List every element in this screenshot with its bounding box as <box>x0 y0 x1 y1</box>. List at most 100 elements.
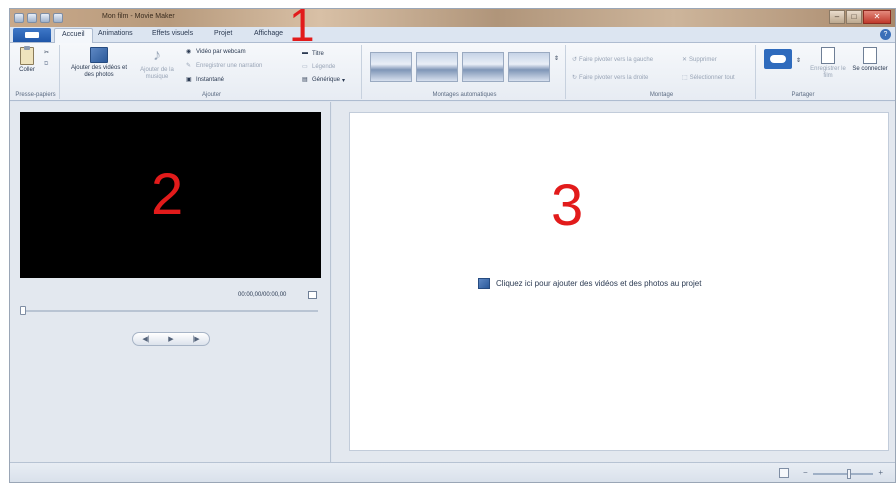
playback-controls: ◀| ▶ |▶ <box>132 332 210 346</box>
automovie-theme-2[interactable] <box>416 52 458 82</box>
storyboard-pane: Cliquez ici pour ajouter des vidéos et d… <box>332 102 895 462</box>
seek-handle[interactable] <box>20 306 26 315</box>
automovie-theme-4[interactable] <box>508 52 550 82</box>
status-bar: − + <box>10 462 895 482</box>
next-frame-button[interactable]: |▶ <box>192 335 199 343</box>
zoom-handle[interactable] <box>847 469 851 479</box>
narration-button[interactable]: ✎ Enregistrer une narration <box>186 62 262 70</box>
save-movie-label: Enregistrer le film <box>810 66 846 79</box>
film-icon <box>478 278 490 289</box>
title-button[interactable]: ▬ Titre <box>302 50 324 58</box>
chevron-up-down-icon: ⇕ <box>554 56 560 62</box>
ribbon-tabs: Accueil Animations Effets visuels Projet… <box>10 27 895 43</box>
tab-animations[interactable]: Animations <box>98 30 133 37</box>
undo-icon[interactable] <box>40 13 50 23</box>
automovie-theme-3[interactable] <box>462 52 504 82</box>
zoom-in-icon[interactable]: + <box>878 468 883 477</box>
app-menu-icon[interactable] <box>14 13 24 23</box>
clipboard-group: Coller ✂ ⧉ Presse-papiers <box>12 45 60 99</box>
redo-icon[interactable] <box>53 13 63 23</box>
tab-projet[interactable]: Projet <box>214 30 232 37</box>
select-all-label: Sélectionner tout <box>689 74 735 81</box>
zoom-slider[interactable]: − + <box>801 468 883 479</box>
webcam-label: Vidéo par webcam <box>196 49 246 55</box>
add-media-hint[interactable]: Cliquez ici pour ajouter des vidéos et d… <box>478 278 701 289</box>
zoom-out-icon[interactable]: − <box>803 468 808 477</box>
automovie-group: ⇕ Montages automatiques <box>364 45 566 99</box>
sign-in-button[interactable]: Se connecter <box>850 47 890 73</box>
thumbnail-size-icon[interactable] <box>779 468 789 478</box>
rotate-left-label: Faire pivoter vers la gauche <box>579 56 654 63</box>
zoom-track[interactable] <box>813 473 873 475</box>
help-icon[interactable]: ? <box>880 29 891 40</box>
add-music-button[interactable]: ♪ Ajouter de la musique <box>134 47 180 81</box>
rotate-right-label: Faire pivoter vers la droite <box>579 74 649 81</box>
select-all-button[interactable]: ⬚ Sélectionner tout <box>682 74 735 82</box>
title-icon: ▬ <box>302 50 308 56</box>
title-label: Titre <box>312 51 324 57</box>
quick-access-toolbar <box>14 12 63 24</box>
sign-in-label: Se connecter <box>852 66 888 72</box>
tab-accueil[interactable]: Accueil <box>54 28 93 43</box>
sign-in-icon <box>863 47 877 64</box>
narration-label: Enregistrer une narration <box>196 63 263 69</box>
add-music-label: Ajouter de la musique <box>140 67 174 80</box>
rotate-left-icon: ↺ <box>572 57 578 63</box>
add-videos-button[interactable]: Ajouter des vidéos et des photos <box>68 47 130 79</box>
seek-bar[interactable] <box>22 310 318 312</box>
credits-button[interactable]: ▤ Générique ▾ <box>302 76 345 84</box>
preview-pane: 00:00,00/00:00,00 ◀| ▶ |▶ <box>10 102 331 462</box>
snapshot-button[interactable]: ▣ Instantané <box>186 76 224 84</box>
webcam-icon: ◉ <box>186 49 192 55</box>
add-videos-label: Ajouter des vidéos et des photos <box>70 65 128 78</box>
clipboard-icon <box>20 46 34 65</box>
save-movie-button[interactable]: Enregistrer le film <box>808 47 848 80</box>
minimize-button[interactable]: – <box>829 10 845 24</box>
annotation-1: 1 <box>289 0 315 51</box>
copy-icon: ⧉ <box>44 61 49 67</box>
delete-button[interactable]: ✕ Supprimer <box>682 56 717 64</box>
save-movie-icon <box>821 47 835 64</box>
paste-label: Coller <box>19 67 35 73</box>
credits-label: Générique <box>312 77 341 83</box>
maximize-button[interactable]: □ <box>846 10 862 24</box>
share-group-label: Partager <box>791 92 815 98</box>
add-group-label: Ajouter <box>201 92 221 98</box>
add-group: Ajouter des vidéos et des photos ♪ Ajout… <box>62 45 362 99</box>
credits-icon: ▤ <box>302 77 308 83</box>
scissors-icon: ✂ <box>44 50 50 56</box>
tab-effets-visuels[interactable]: Effets visuels <box>152 30 193 37</box>
rotate-left-button[interactable]: ↺ Faire pivoter vers la gauche <box>572 56 654 64</box>
delete-icon: ✕ <box>682 57 688 63</box>
file-menu-button[interactable] <box>13 28 51 42</box>
chevron-down-icon: ▾ <box>342 77 346 84</box>
cut-button[interactable]: ✂ <box>44 49 49 56</box>
window-title: Mon film - Movie Maker <box>102 13 175 20</box>
tab-affichage[interactable]: Affichage <box>254 30 283 37</box>
rotate-right-button[interactable]: ↻ Faire pivoter vers la droite <box>572 74 649 82</box>
cloud-icon <box>764 49 792 69</box>
save-icon[interactable] <box>27 13 37 23</box>
select-all-icon: ⬚ <box>682 75 688 81</box>
chevron-up-down-icon: ⇕ <box>796 58 802 64</box>
annotation-2: 2 <box>151 162 184 227</box>
film-icon <box>90 47 108 63</box>
file-menu-icon <box>25 32 39 38</box>
fullscreen-icon[interactable] <box>308 291 317 299</box>
webcam-button[interactable]: ◉ Vidéo par webcam <box>186 48 246 56</box>
automovie-group-label: Montages automatiques <box>432 92 497 98</box>
play-button[interactable]: ▶ <box>168 335 173 343</box>
onedrive-button[interactable] <box>762 49 794 71</box>
copy-button[interactable]: ⧉ <box>44 61 48 68</box>
title-bar: Mon film - Movie Maker – □ ✕ <box>10 9 895 27</box>
add-media-hint-text: Cliquez ici pour ajouter des vidéos et d… <box>496 279 702 288</box>
previous-frame-button[interactable]: ◀| <box>142 335 149 343</box>
paste-button[interactable]: Coller <box>16 46 38 74</box>
share-gallery-scroll[interactable]: ⇕ <box>796 57 801 64</box>
caption-button[interactable]: ▭ Légende <box>302 63 335 71</box>
storyboard-area[interactable]: Cliquez ici pour ajouter des vidéos et d… <box>349 112 889 451</box>
gallery-scroll-button[interactable]: ⇕ <box>554 55 559 62</box>
automovie-theme-1[interactable] <box>370 52 412 82</box>
close-button[interactable]: ✕ <box>863 10 891 24</box>
snapshot-icon: ▣ <box>186 77 192 83</box>
